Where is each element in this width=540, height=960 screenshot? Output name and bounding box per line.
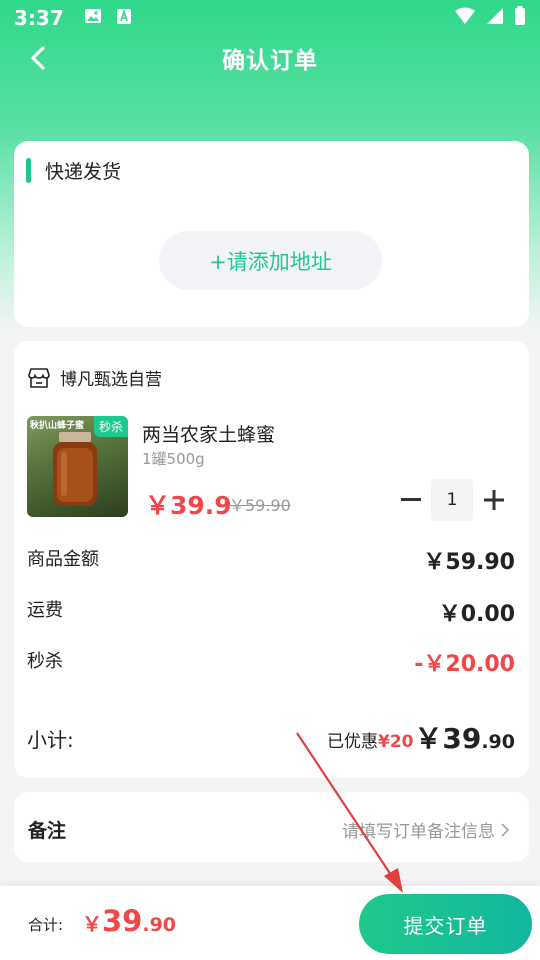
total-value: ￥39.90 [82, 904, 177, 938]
status-time: 3:37 [14, 6, 64, 30]
note-card[interactable]: 备注 请填写订单备注信息 [14, 792, 529, 862]
product-image[interactable]: 秋扒山蜂子蜜 秒杀 [27, 416, 128, 517]
goods-amount-label: 商品金额 [27, 549, 99, 570]
product-price: ￥39.9 [145, 491, 232, 520]
app-notification-icon [116, 8, 132, 29]
flash-sale-tag: 秒杀 [93, 416, 128, 437]
battery-icon [514, 6, 526, 30]
total-label: 合计: [28, 916, 64, 934]
note-input[interactable]: 请填写订单备注信息 [342, 817, 509, 842]
quantity-input[interactable]: 1 [431, 479, 473, 521]
shipping-title: 快递发货 [45, 161, 122, 183]
flash-sale-discount-value: -￥20.00 [414, 652, 515, 677]
page-title: 确认订单 [222, 48, 318, 74]
submit-order-button[interactable]: 提交订单 [359, 894, 532, 954]
minus-icon [401, 498, 421, 501]
signal-icon [486, 7, 504, 29]
shipping-card: 快递发货 +请添加地址 [14, 141, 529, 327]
store-icon [28, 367, 50, 388]
quantity-increase-button[interactable] [482, 482, 506, 518]
product-name: 两当农家土蜂蜜 [142, 424, 276, 446]
wifi-icon [454, 7, 476, 29]
shipping-fee-label: 运费 [27, 600, 63, 621]
subtotal-value: ￥39.90 [414, 722, 515, 755]
nav-bar: 确认订单 [0, 36, 540, 80]
status-bar: 3:37 [0, 0, 540, 36]
order-card: 博凡甄选自营 秋扒山蜂子蜜 秒杀 两当农家土蜂蜜 1罐500g ￥39.9 ￥5… [14, 341, 529, 778]
store-row: 博凡甄选自营 [28, 365, 162, 390]
saved-amount: 已优惠¥20 [327, 732, 414, 752]
shipping-fee-value: ￥0.00 [438, 602, 515, 627]
quantity-decrease-button[interactable] [399, 482, 423, 518]
product-spec: 1罐500g [142, 450, 205, 468]
section-accent-bar [26, 158, 31, 183]
goods-amount-value: ￥59.90 [423, 550, 515, 575]
checkout-bar: 合计: ￥39.90 提交订单 [0, 886, 540, 960]
image-notification-icon [84, 8, 102, 28]
subtotal-label: 小计: [27, 728, 74, 752]
chevron-right-icon [501, 822, 509, 837]
chevron-left-icon [31, 46, 45, 70]
product-original-price: ￥59.90 [229, 496, 291, 515]
flash-sale-label: 秒杀 [27, 651, 63, 672]
note-label: 备注 [28, 820, 67, 842]
plus-icon [484, 490, 504, 510]
store-name: 博凡甄选自营 [60, 370, 162, 390]
add-address-button[interactable]: +请添加地址 [159, 231, 382, 290]
back-button[interactable] [22, 42, 54, 74]
honey-jar-icon [53, 432, 97, 506]
